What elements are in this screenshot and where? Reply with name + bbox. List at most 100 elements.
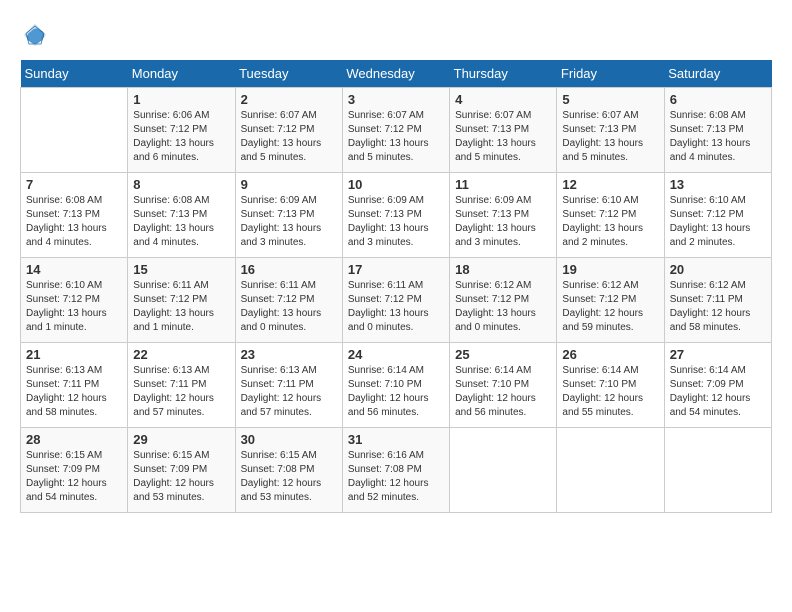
day-number: 31 <box>348 432 444 447</box>
day-info: Sunrise: 6:12 AMSunset: 7:11 PMDaylight:… <box>670 279 766 335</box>
day-info: Sunrise: 6:10 AMSunset: 7:12 PMDaylight:… <box>670 194 766 250</box>
day-number: 12 <box>562 177 658 192</box>
day-number: 22 <box>133 347 229 362</box>
calendar-cell: 30Sunrise: 6:15 AMSunset: 7:08 PMDayligh… <box>235 428 342 513</box>
calendar-cell: 23 Sunrise: 6:13 AMSunset: 7:11 PMDayligh… <box>235 343 342 428</box>
calendar-cell: 10 Sunrise: 6:09 AMSunset: 7:13 PMDayligh… <box>342 173 449 258</box>
calendar-cell: 5 Sunrise: 6:07 AMSunset: 7:13 PMDaylight… <box>557 88 664 173</box>
day-info: Sunrise: 6:10 AMSunset: 7:12 PMDaylight:… <box>26 279 122 335</box>
day-info: Sunrise: 6:13 AMSunset: 7:11 PMDaylight:… <box>26 364 122 420</box>
day-number: 17 <box>348 262 444 277</box>
weekday-header-row: SundayMondayTuesdayWednesdayThursdayFrid… <box>21 60 772 88</box>
weekday-header-saturday: Saturday <box>664 60 771 88</box>
day-number: 10 <box>348 177 444 192</box>
calendar-cell: 21 Sunrise: 6:13 AMSunset: 7:11 PMDayligh… <box>21 343 128 428</box>
day-number: 23 <box>241 347 337 362</box>
logo <box>20 20 54 50</box>
page-header <box>20 20 772 50</box>
weekday-header-friday: Friday <box>557 60 664 88</box>
day-number: 13 <box>670 177 766 192</box>
calendar-cell: 18 Sunrise: 6:12 AMSunset: 7:12 PMDayligh… <box>450 258 557 343</box>
day-info: Sunrise: 6:14 AMSunset: 7:10 PMDaylight:… <box>348 364 444 420</box>
day-info: Sunrise: 6:08 AMSunset: 7:13 PMDaylight:… <box>26 194 122 250</box>
day-number: 11 <box>455 177 551 192</box>
day-info: Sunrise: 6:12 AMSunset: 7:12 PMDaylight:… <box>562 279 658 335</box>
calendar-table: SundayMondayTuesdayWednesdayThursdayFrid… <box>20 60 772 513</box>
calendar-cell: 4 Sunrise: 6:07 AMSunset: 7:13 PMDaylight… <box>450 88 557 173</box>
day-info: Sunrise: 6:07 AMSunset: 7:13 PMDaylight:… <box>562 109 658 165</box>
day-number: 4 <box>455 92 551 107</box>
calendar-cell <box>21 88 128 173</box>
day-info: Sunrise: 6:15 AMSunset: 7:08 PMDaylight:… <box>241 449 337 505</box>
day-info: Sunrise: 6:15 AMSunset: 7:09 PMDaylight:… <box>26 449 122 505</box>
day-number: 3 <box>348 92 444 107</box>
day-info: Sunrise: 6:08 AMSunset: 7:13 PMDaylight:… <box>670 109 766 165</box>
calendar-body: 1 Sunrise: 6:06 AMSunset: 7:12 PMDaylight… <box>21 88 772 513</box>
day-number: 5 <box>562 92 658 107</box>
day-info: Sunrise: 6:14 AMSunset: 7:10 PMDaylight:… <box>455 364 551 420</box>
calendar-cell: 28 Sunrise: 6:15 AMSunset: 7:09 PMDayligh… <box>21 428 128 513</box>
day-info: Sunrise: 6:11 AMSunset: 7:12 PMDaylight:… <box>348 279 444 335</box>
calendar-cell: 27 Sunrise: 6:14 AMSunset: 7:09 PMDayligh… <box>664 343 771 428</box>
calendar-cell: 15 Sunrise: 6:11 AMSunset: 7:12 PMDayligh… <box>128 258 235 343</box>
day-info: Sunrise: 6:13 AMSunset: 7:11 PMDaylight:… <box>241 364 337 420</box>
day-number: 9 <box>241 177 337 192</box>
calendar-cell <box>450 428 557 513</box>
weekday-header-sunday: Sunday <box>21 60 128 88</box>
day-info: Sunrise: 6:15 AMSunset: 7:09 PMDaylight:… <box>133 449 229 505</box>
calendar-cell: 9 Sunrise: 6:09 AMSunset: 7:13 PMDaylight… <box>235 173 342 258</box>
calendar-cell: 25 Sunrise: 6:14 AMSunset: 7:10 PMDayligh… <box>450 343 557 428</box>
logo-icon <box>20 20 50 50</box>
day-info: Sunrise: 6:09 AMSunset: 7:13 PMDaylight:… <box>241 194 337 250</box>
day-number: 8 <box>133 177 229 192</box>
calendar-cell: 19 Sunrise: 6:12 AMSunset: 7:12 PMDayligh… <box>557 258 664 343</box>
calendar-cell <box>664 428 771 513</box>
day-info: Sunrise: 6:12 AMSunset: 7:12 PMDaylight:… <box>455 279 551 335</box>
calendar-cell: 8 Sunrise: 6:08 AMSunset: 7:13 PMDaylight… <box>128 173 235 258</box>
calendar-cell: 3 Sunrise: 6:07 AMSunset: 7:12 PMDaylight… <box>342 88 449 173</box>
day-number: 6 <box>670 92 766 107</box>
day-info: Sunrise: 6:07 AMSunset: 7:12 PMDaylight:… <box>241 109 337 165</box>
day-info: Sunrise: 6:07 AMSunset: 7:12 PMDaylight:… <box>348 109 444 165</box>
weekday-header-monday: Monday <box>128 60 235 88</box>
day-info: Sunrise: 6:07 AMSunset: 7:13 PMDaylight:… <box>455 109 551 165</box>
day-number: 1 <box>133 92 229 107</box>
calendar-cell: 13 Sunrise: 6:10 AMSunset: 7:12 PMDayligh… <box>664 173 771 258</box>
day-number: 19 <box>562 262 658 277</box>
day-number: 20 <box>670 262 766 277</box>
day-info: Sunrise: 6:09 AMSunset: 7:13 PMDaylight:… <box>348 194 444 250</box>
day-number: 27 <box>670 347 766 362</box>
calendar-cell: 6 Sunrise: 6:08 AMSunset: 7:13 PMDaylight… <box>664 88 771 173</box>
calendar-week-row: 21 Sunrise: 6:13 AMSunset: 7:11 PMDayligh… <box>21 343 772 428</box>
calendar-cell: 14 Sunrise: 6:10 AMSunset: 7:12 PMDayligh… <box>21 258 128 343</box>
calendar-cell: 2 Sunrise: 6:07 AMSunset: 7:12 PMDaylight… <box>235 88 342 173</box>
day-info: Sunrise: 6:06 AMSunset: 7:12 PMDaylight:… <box>133 109 229 165</box>
calendar-week-row: 28 Sunrise: 6:15 AMSunset: 7:09 PMDayligh… <box>21 428 772 513</box>
day-number: 15 <box>133 262 229 277</box>
calendar-cell: 16 Sunrise: 6:11 AMSunset: 7:12 PMDayligh… <box>235 258 342 343</box>
day-info: Sunrise: 6:11 AMSunset: 7:12 PMDaylight:… <box>241 279 337 335</box>
calendar-cell: 1 Sunrise: 6:06 AMSunset: 7:12 PMDaylight… <box>128 88 235 173</box>
day-number: 26 <box>562 347 658 362</box>
day-info: Sunrise: 6:14 AMSunset: 7:10 PMDaylight:… <box>562 364 658 420</box>
day-info: Sunrise: 6:11 AMSunset: 7:12 PMDaylight:… <box>133 279 229 335</box>
calendar-week-row: 14 Sunrise: 6:10 AMSunset: 7:12 PMDayligh… <box>21 258 772 343</box>
calendar-cell: 11 Sunrise: 6:09 AMSunset: 7:13 PMDayligh… <box>450 173 557 258</box>
calendar-cell: 31Sunrise: 6:16 AMSunset: 7:08 PMDayligh… <box>342 428 449 513</box>
day-number: 25 <box>455 347 551 362</box>
day-info: Sunrise: 6:08 AMSunset: 7:13 PMDaylight:… <box>133 194 229 250</box>
day-number: 16 <box>241 262 337 277</box>
day-number: 2 <box>241 92 337 107</box>
day-number: 14 <box>26 262 122 277</box>
day-info: Sunrise: 6:09 AMSunset: 7:13 PMDaylight:… <box>455 194 551 250</box>
calendar-cell: 26 Sunrise: 6:14 AMSunset: 7:10 PMDayligh… <box>557 343 664 428</box>
weekday-header-tuesday: Tuesday <box>235 60 342 88</box>
day-info: Sunrise: 6:13 AMSunset: 7:11 PMDaylight:… <box>133 364 229 420</box>
day-number: 28 <box>26 432 122 447</box>
calendar-cell: 17 Sunrise: 6:11 AMSunset: 7:12 PMDayligh… <box>342 258 449 343</box>
day-info: Sunrise: 6:14 AMSunset: 7:09 PMDaylight:… <box>670 364 766 420</box>
weekday-header-wednesday: Wednesday <box>342 60 449 88</box>
day-number: 21 <box>26 347 122 362</box>
day-number: 18 <box>455 262 551 277</box>
calendar-cell: 29Sunrise: 6:15 AMSunset: 7:09 PMDayligh… <box>128 428 235 513</box>
